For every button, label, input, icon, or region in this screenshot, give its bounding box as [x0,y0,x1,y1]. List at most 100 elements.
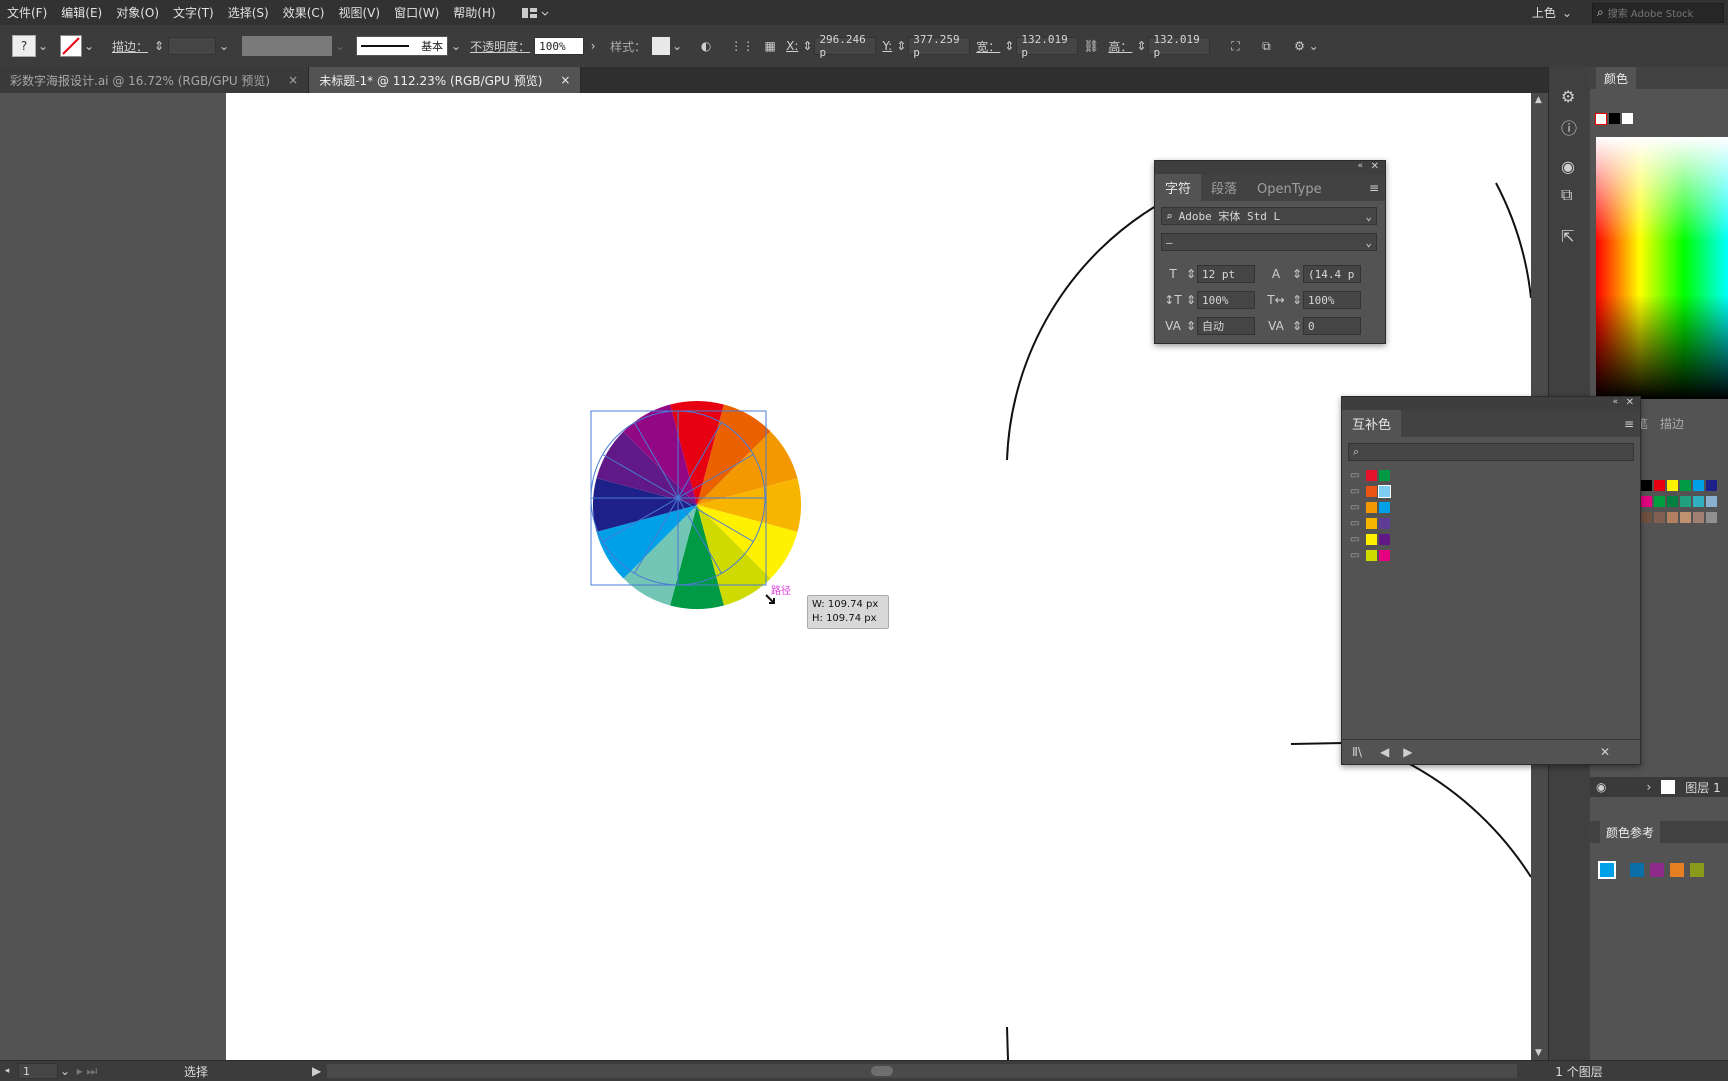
export-icon[interactable]: ⇱ [1561,227,1574,246]
previous-library-icon[interactable]: ◀ [1380,745,1389,759]
swatch[interactable] [1366,485,1378,497]
chevron-down-icon[interactable]: ⌄ [1365,236,1372,249]
color-wheel[interactable] [593,401,801,609]
horizontal-scale-field[interactable]: 100% [1303,291,1361,309]
stroke-label[interactable]: 描边： [112,38,148,55]
layer-name[interactable]: 图层 1 [1685,779,1720,796]
stepper-icon[interactable]: ⇕ [1291,267,1303,281]
swatch[interactable] [1366,549,1378,561]
menu-item[interactable]: 编辑(E) [54,4,109,21]
close-icon[interactable]: ✕ [1626,397,1634,408]
collapse-icon[interactable]: « [1612,397,1618,407]
close-icon[interactable]: × [560,73,570,87]
swatch[interactable] [1680,512,1691,523]
chevron-left-icon[interactable]: ◂ [0,1066,14,1076]
font-family-field[interactable]: ⌕ Adobe 宋体 Std L ⌄ [1161,207,1377,225]
vertical-scale-field[interactable]: 100% [1197,291,1255,309]
link-icon[interactable]: ⛓ [1078,39,1104,53]
panel-menu-icon[interactable]: ≡ [1369,181,1379,195]
white-swatch[interactable] [1622,113,1633,124]
arc-path[interactable] [1395,756,1531,878]
black-swatch[interactable] [1609,113,1620,124]
chevron-down-icon[interactable]: ⌄ [36,39,50,53]
swatch[interactable] [1693,512,1704,523]
guide-swatch[interactable] [1598,861,1616,879]
swatch[interactable] [1379,517,1391,529]
collapse-icon[interactable]: « [1357,161,1363,171]
layer-row[interactable]: ◉ › 图层 1 [1590,777,1728,797]
menu-item[interactable]: 对象(O) [109,4,166,21]
tab-poster-design[interactable]: 彩数字海报设计.ai @ 16.72% (RGB/GPU 预览) × [0,67,310,93]
swatch[interactable] [1641,496,1652,507]
info-icon[interactable]: ⓘ [1561,115,1577,139]
color-guide-title[interactable]: 颜色参考 [1600,820,1661,844]
swatch[interactable] [1706,496,1717,507]
next-artboard-icon[interactable]: ▸ ⏭ [72,1064,102,1079]
transform-icon[interactable]: ⧉ [1561,185,1572,205]
scroll-thumb[interactable] [871,1066,894,1076]
opacity-field[interactable]: 100% [534,37,585,55]
swatch[interactable] [1667,496,1678,507]
stepper-icon[interactable]: ⇕ [802,39,812,53]
tab-untitled[interactable]: 未标题-1* @ 112.23% (RGB/GPU 预览) × [309,67,582,93]
close-icon[interactable]: ✕ [1371,161,1379,172]
swatch[interactable] [1706,480,1717,491]
menu-item[interactable]: 文件(F) [0,4,54,21]
next-library-icon[interactable]: ▶ [1403,745,1412,759]
font-style-field[interactable]: – ⌄ [1161,233,1377,251]
swatch[interactable] [1378,484,1392,498]
stroke-swatch[interactable] [60,35,82,57]
menu-item[interactable]: 视图(V) [331,4,387,21]
arc-path[interactable] [1290,742,1345,745]
workspace-label[interactable]: 上色 [1532,4,1556,21]
artboard-number-field[interactable]: 1 [18,1063,58,1079]
w-field[interactable]: 132.019 p [1016,33,1079,59]
swatch-group[interactable]: ▭ [1350,515,1391,531]
stroke-weight-field[interactable] [168,37,217,55]
isolate-icon[interactable]: ⛶ [1220,39,1250,54]
chevron-right-icon[interactable]: › [586,39,600,53]
horizontal-scrollbar[interactable] [327,1064,1518,1078]
tab-paragraph[interactable]: 段落 [1201,174,1247,201]
chevron-down-icon[interactable]: ⌄ [216,39,232,53]
swatch-search-input[interactable]: ⌕ [1348,443,1634,461]
guide-swatch[interactable] [1630,863,1644,877]
chevron-down-icon[interactable]: ⌄ [58,1064,72,1078]
swatch-group[interactable]: ▭ [1350,499,1391,515]
h-field[interactable]: 132.019 p [1148,33,1211,59]
align-icon[interactable]: ⋮⋮ [726,39,758,53]
arc-path[interactable] [1495,182,1531,299]
chevron-down-icon[interactable]: ⌄ [1562,6,1572,20]
swatch[interactable] [1654,512,1665,523]
panel-menu-icon[interactable]: ≡ [1624,417,1634,431]
opacity-label[interactable]: 不透明度： [470,38,530,55]
library-menu-icon[interactable]: Ⅱ\ [1352,745,1362,759]
variable-width-profile[interactable] [242,36,333,56]
chevron-down-icon[interactable]: ▼ [1535,1048,1542,1058]
y-field[interactable]: 377.259 p [908,33,971,59]
leading-field[interactable]: (14.4 p [1303,265,1361,283]
menu-item[interactable]: 窗口(W) [387,4,446,21]
swatch[interactable] [1366,533,1378,545]
guide-swatch[interactable] [1690,863,1704,877]
expand-icon[interactable]: › [1646,780,1651,794]
swatch[interactable] [1366,469,1378,481]
swatch[interactable] [1641,480,1652,491]
arc-path[interactable] [1006,202,1162,461]
recolor-artwork-icon[interactable]: ◐ [692,39,720,53]
swatch[interactable] [1641,512,1652,523]
chevron-down-icon[interactable]: ⌄ [1365,210,1372,223]
chevron-up-icon[interactable]: ▲ [1535,95,1542,105]
stock-search[interactable]: ⌕ 搜索 Adobe Stock [1592,2,1724,23]
swatch[interactable] [1667,512,1678,523]
swatch[interactable] [1667,480,1678,491]
status-menu-icon[interactable]: ▶ [312,1064,321,1078]
swatch[interactable] [1693,496,1704,507]
swatch-group[interactable]: ▭ [1350,531,1391,547]
close-icon[interactable]: × [288,73,298,87]
swatch[interactable] [1706,512,1717,523]
color-spectrum[interactable] [1596,137,1728,399]
swatch-group[interactable]: ▭ [1350,547,1391,563]
swatch[interactable] [1379,501,1391,513]
more-options-icon[interactable]: ⚙ ⌄ [1286,39,1326,53]
